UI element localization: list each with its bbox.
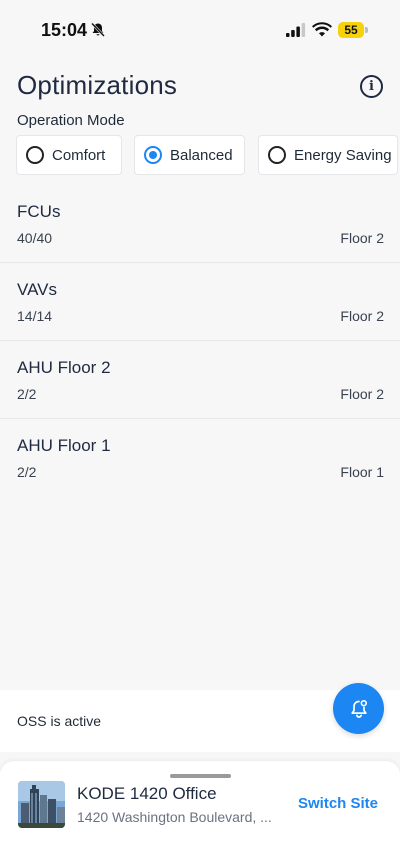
mode-option-label: Balanced bbox=[170, 146, 233, 164]
equipment-list: FCUs 40/40 Floor 2 VAVs 14/14 Floor 2 AH… bbox=[0, 185, 400, 497]
radio-energy-saving[interactable] bbox=[268, 146, 286, 164]
mode-option-balanced[interactable]: Balanced bbox=[134, 135, 245, 175]
switch-site-button[interactable]: Switch Site bbox=[298, 795, 378, 812]
equipment-count: 2/2 bbox=[17, 464, 37, 480]
equipment-name: AHU Floor 2 bbox=[17, 358, 111, 377]
bell-slash-icon bbox=[91, 22, 105, 37]
radio-comfort[interactable] bbox=[26, 146, 44, 164]
bell-icon bbox=[350, 699, 367, 718]
equipment-count: 40/40 bbox=[17, 230, 53, 246]
equipment-floor: Floor 2 bbox=[340, 386, 384, 402]
info-icon[interactable]: i bbox=[360, 75, 383, 98]
status-time: 15:04 bbox=[41, 20, 88, 40]
equipment-count: 14/14 bbox=[17, 308, 53, 324]
operation-mode-label: Operation Mode bbox=[17, 112, 125, 129]
site-address: 1420 Washington Boulevard, ... bbox=[77, 809, 272, 825]
site-bottom-sheet: KODE 1420 Office 1420 Washington Bouleva… bbox=[0, 761, 400, 867]
drag-handle[interactable] bbox=[170, 774, 231, 778]
mode-option-label: Energy Saving bbox=[294, 146, 392, 164]
page-title: Optimizations bbox=[17, 70, 178, 100]
notification-button[interactable] bbox=[333, 683, 384, 734]
equipment-floor: Floor 1 bbox=[340, 464, 384, 480]
site-name: KODE 1420 Office bbox=[77, 784, 217, 803]
wifi-icon bbox=[312, 22, 332, 37]
equipment-name: FCUs bbox=[17, 202, 61, 221]
equipment-floor: Floor 2 bbox=[340, 308, 384, 324]
site-thumbnail bbox=[18, 781, 65, 828]
operation-mode-options: Comfort Balanced Energy Saving bbox=[16, 135, 400, 175]
signal-icon bbox=[286, 23, 306, 37]
equipment-count: 2/2 bbox=[17, 386, 37, 402]
battery-tip bbox=[365, 27, 368, 33]
list-item[interactable]: FCUs 40/40 Floor 2 bbox=[0, 185, 400, 263]
mode-option-comfort[interactable]: Comfort bbox=[16, 135, 122, 175]
list-item[interactable]: AHU Floor 1 2/2 Floor 1 bbox=[0, 419, 400, 497]
oss-status-text: OSS is active bbox=[17, 713, 102, 729]
status-bar: 15:04 55 bbox=[0, 0, 400, 60]
battery-icon: 55 bbox=[338, 22, 368, 38]
equipment-name: VAVs bbox=[17, 280, 57, 299]
mode-option-label: Comfort bbox=[52, 146, 106, 164]
list-item[interactable]: VAVs 14/14 Floor 2 bbox=[0, 263, 400, 341]
mode-option-energy-saving[interactable]: Energy Saving bbox=[258, 135, 398, 175]
list-item[interactable]: AHU Floor 2 2/2 Floor 2 bbox=[0, 341, 400, 419]
equipment-floor: Floor 2 bbox=[340, 230, 384, 246]
battery-level: 55 bbox=[338, 22, 364, 38]
radio-balanced[interactable] bbox=[144, 146, 162, 164]
equipment-name: AHU Floor 1 bbox=[17, 436, 111, 455]
